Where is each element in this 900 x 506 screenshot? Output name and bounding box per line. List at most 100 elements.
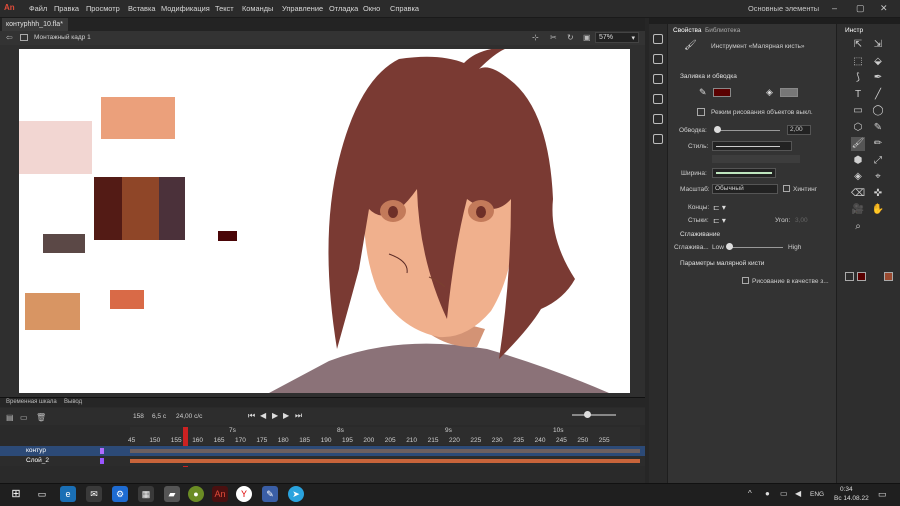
panel-shortcut-icon[interactable] xyxy=(653,94,663,104)
layer-frames[interactable] xyxy=(130,449,640,453)
clock-date[interactable]: Вс 14.08.22 xyxy=(834,495,869,502)
layer-name[interactable]: контур xyxy=(26,447,46,454)
color-swatch[interactable] xyxy=(19,121,92,174)
workspace-switcher[interactable]: Основные элементы xyxy=(748,4,819,13)
stroke-slider-handle[interactable] xyxy=(714,126,721,133)
color-swatch[interactable] xyxy=(25,293,80,330)
paint-brush-tool-icon[interactable]: 🖌 xyxy=(851,137,865,151)
settings-icon[interactable]: ⚙ xyxy=(112,486,128,502)
timeline-zoom-slider[interactable] xyxy=(572,414,616,416)
paint-bucket-icon[interactable]: ◈ xyxy=(766,87,773,98)
app-icon[interactable]: ● xyxy=(188,486,204,502)
menu-text[interactable]: Текст xyxy=(215,4,234,13)
scale-select[interactable]: Обычный xyxy=(712,184,778,194)
subselect-tool-icon[interactable]: ⇲ xyxy=(871,38,885,52)
color-swatch[interactable] xyxy=(218,231,237,241)
play-icon[interactable]: ▶ xyxy=(272,411,278,420)
audio-waveform[interactable] xyxy=(130,459,640,463)
panel-shortcut-icon[interactable] xyxy=(653,34,663,44)
layer-name[interactable]: Слой_2 xyxy=(26,457,49,464)
snap-icon[interactable]: ▣ xyxy=(583,33,591,42)
smoothing-slider-handle[interactable] xyxy=(726,243,733,250)
document-tab[interactable]: контурhhh_10.fla* xyxy=(2,18,68,31)
zoom-select[interactable]: 57% ▾ xyxy=(595,32,639,43)
yandex-icon[interactable]: Y xyxy=(236,486,252,502)
free-transform-icon[interactable]: ⬚ xyxy=(851,55,865,69)
width-tool-icon[interactable]: ⤢ xyxy=(871,154,885,168)
color-swatch[interactable] xyxy=(43,234,85,253)
fill-color-swatch[interactable] xyxy=(780,88,798,97)
rotate-icon[interactable]: ↻ xyxy=(567,33,574,42)
bone-tool-icon[interactable]: ⬢ xyxy=(851,154,865,168)
polystar-tool-icon[interactable]: ⬡ xyxy=(851,121,865,135)
tab-output[interactable]: Вывод xyxy=(64,399,82,405)
volume-icon[interactable]: ◀ xyxy=(795,489,801,498)
oval-tool-icon[interactable]: ◯ xyxy=(871,104,885,118)
section-brush-params[interactable]: Параметры малярной кисти xyxy=(680,260,764,267)
menu-control[interactable]: Управление xyxy=(282,4,323,13)
color-swatch[interactable] xyxy=(101,97,175,139)
pencil-tool-icon[interactable]: ✎ xyxy=(871,121,885,135)
stroke-slider[interactable] xyxy=(716,130,780,131)
color-swatch[interactable] xyxy=(159,177,185,240)
clip-icon[interactable]: ✂ xyxy=(550,33,557,42)
clock-time[interactable]: 0:34 xyxy=(840,486,853,493)
rectangle-tool-icon[interactable]: ▭ xyxy=(851,104,865,118)
stroke-color-tool[interactable] xyxy=(845,272,854,281)
layer-color-marker[interactable] xyxy=(100,448,104,454)
zoom-tool-icon[interactable]: ⌕ xyxy=(851,220,865,234)
center-stage-icon[interactable]: ⊹ xyxy=(532,33,539,42)
explorer-icon[interactable]: ▰ xyxy=(164,486,180,502)
stroke-value-input[interactable]: 2,00 xyxy=(787,125,811,135)
selection-tool-icon[interactable]: ⇱ xyxy=(851,38,865,52)
color-swatch[interactable] xyxy=(122,177,159,240)
menu-help[interactable]: Справка xyxy=(390,4,419,13)
pin-tool-icon[interactable]: ✜ xyxy=(871,187,885,201)
joins-select[interactable]: ⊏ ▾ xyxy=(713,216,726,225)
panel-shortcut-icon[interactable] xyxy=(653,114,663,124)
stroke-color-swatch[interactable] xyxy=(713,88,731,97)
edge-icon[interactable]: e xyxy=(60,486,76,502)
minimize-icon[interactable]: – xyxy=(832,3,837,13)
current-time[interactable]: 6,5 c xyxy=(152,413,166,420)
menu-window[interactable]: Окно xyxy=(363,4,380,13)
line-tool-icon[interactable]: ╱ xyxy=(871,88,885,102)
section-fill-stroke[interactable]: Заливка и обводка xyxy=(680,73,737,80)
menu-commands[interactable]: Команды xyxy=(242,4,273,13)
task-view-icon[interactable]: ▭ xyxy=(34,486,50,502)
mic-icon[interactable]: ● xyxy=(765,489,770,498)
language-indicator[interactable]: ENG xyxy=(810,491,824,498)
panel-shortcut-icon[interactable] xyxy=(653,74,663,84)
caps-select[interactable]: ⊏ ▾ xyxy=(713,203,726,212)
notepad-icon[interactable]: ✎ xyxy=(262,486,278,502)
panel-shortcut-icon[interactable] xyxy=(653,54,663,64)
close-icon[interactable]: ✕ xyxy=(880,3,888,14)
store-icon[interactable]: ▦ xyxy=(138,486,154,502)
fill-color-tool[interactable] xyxy=(884,272,893,281)
current-frame[interactable]: 158 xyxy=(133,413,144,420)
menu-edit[interactable]: Правка xyxy=(54,4,79,13)
timeline-zoom-handle[interactable] xyxy=(584,411,591,418)
panel-shortcut-icon[interactable] xyxy=(653,134,663,144)
text-tool-icon[interactable]: T xyxy=(851,88,865,102)
last-frame-icon[interactable]: ⏭ xyxy=(295,411,302,421)
hinting-checkbox[interactable] xyxy=(783,185,790,192)
tab-library[interactable]: Библиотека xyxy=(705,27,740,34)
layer-row-sloy2[interactable]: Слой_2 xyxy=(0,456,645,466)
3d-tool-icon[interactable]: ⬙ xyxy=(871,55,885,69)
tab-properties[interactable]: Свойства xyxy=(673,27,702,34)
section-smoothing[interactable]: Сглаживание xyxy=(680,231,720,238)
step-forward-icon[interactable]: ▶ xyxy=(283,411,289,420)
lasso-tool-icon[interactable]: ⟆ xyxy=(851,71,865,85)
step-back-icon[interactable]: ◀ xyxy=(260,411,266,420)
color-swatch[interactable] xyxy=(94,177,122,240)
first-frame-icon[interactable]: ⏮ xyxy=(248,411,255,421)
new-layer-icon[interactable]: ▤ xyxy=(6,413,14,422)
eyedropper-tool-icon[interactable]: ⌖ xyxy=(871,170,885,184)
menu-view[interactable]: Просмотр xyxy=(86,4,120,13)
battery-icon[interactable]: ▭ xyxy=(780,489,788,498)
paint-bucket-tool-icon[interactable]: ◈ xyxy=(851,170,865,184)
eraser-tool-icon[interactable]: ⌫ xyxy=(851,187,865,201)
animate-taskbar-icon[interactable]: An xyxy=(212,486,228,502)
smoothing-slider[interactable] xyxy=(729,247,783,248)
